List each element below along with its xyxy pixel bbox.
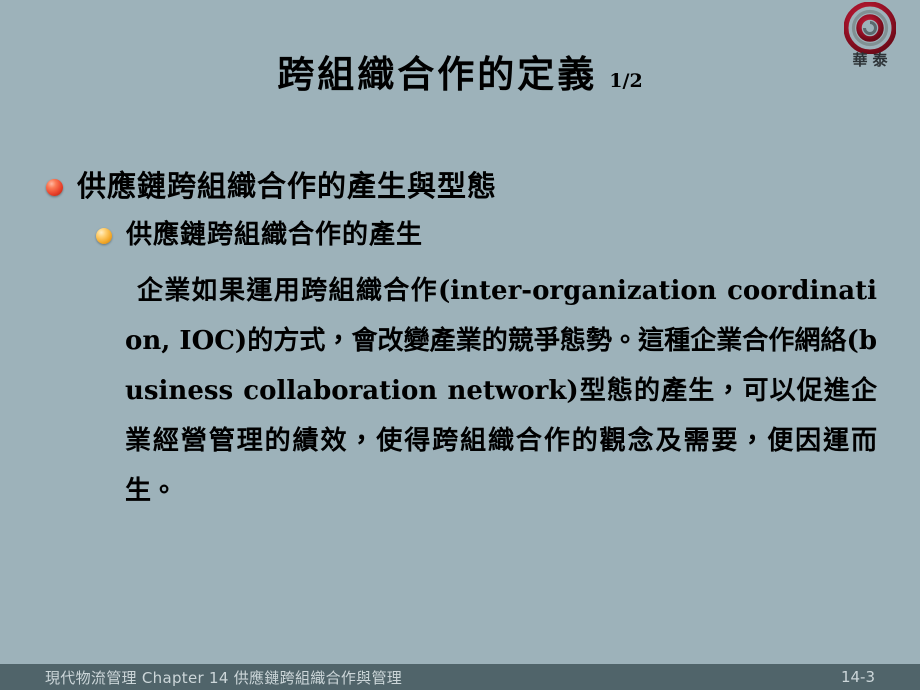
slide-title-part-indicator: 1/2 [609,70,643,92]
gold-sphere-bullet-icon [96,228,112,244]
slide-canvas: 華泰 跨組織合作的定義 1/2 供應鏈跨組織合作的產生與型態 供應鏈跨組織合作的產… [0,0,920,690]
bullet-item-level2-label: 供應鏈跨組織合作的產生 [126,220,424,250]
red-sphere-bullet-icon [46,179,63,196]
footer-page-number: 14-3 [840,668,875,686]
slide-title-main: 跨組織合作的定義 [277,52,598,96]
footer-chapter-label: 現代物流管理 Chapter 14 供應鏈跨組織合作與管理 [45,668,403,687]
bullet-item-level1-label: 供應鏈跨組織合作的產生與型態 [77,169,498,203]
slide-content: 供應鏈跨組織合作的產生與型態 供應鏈跨組織合作的產生 企業如果運用跨組織合作(i… [46,166,891,516]
body-paragraph: 企業如果運用跨組織合作(inter-organization coordinat… [125,276,877,506]
slide-footer: 現代物流管理 Chapter 14 供應鏈跨組織合作與管理 14-3 [0,664,920,690]
bullet-item-level1: 供應鏈跨組織合作的產生與型態 [46,166,891,206]
bullet-item-level2: 供應鏈跨組織合作的產生 [96,216,891,254]
slide-title: 跨組織合作的定義 1/2 [0,44,920,98]
